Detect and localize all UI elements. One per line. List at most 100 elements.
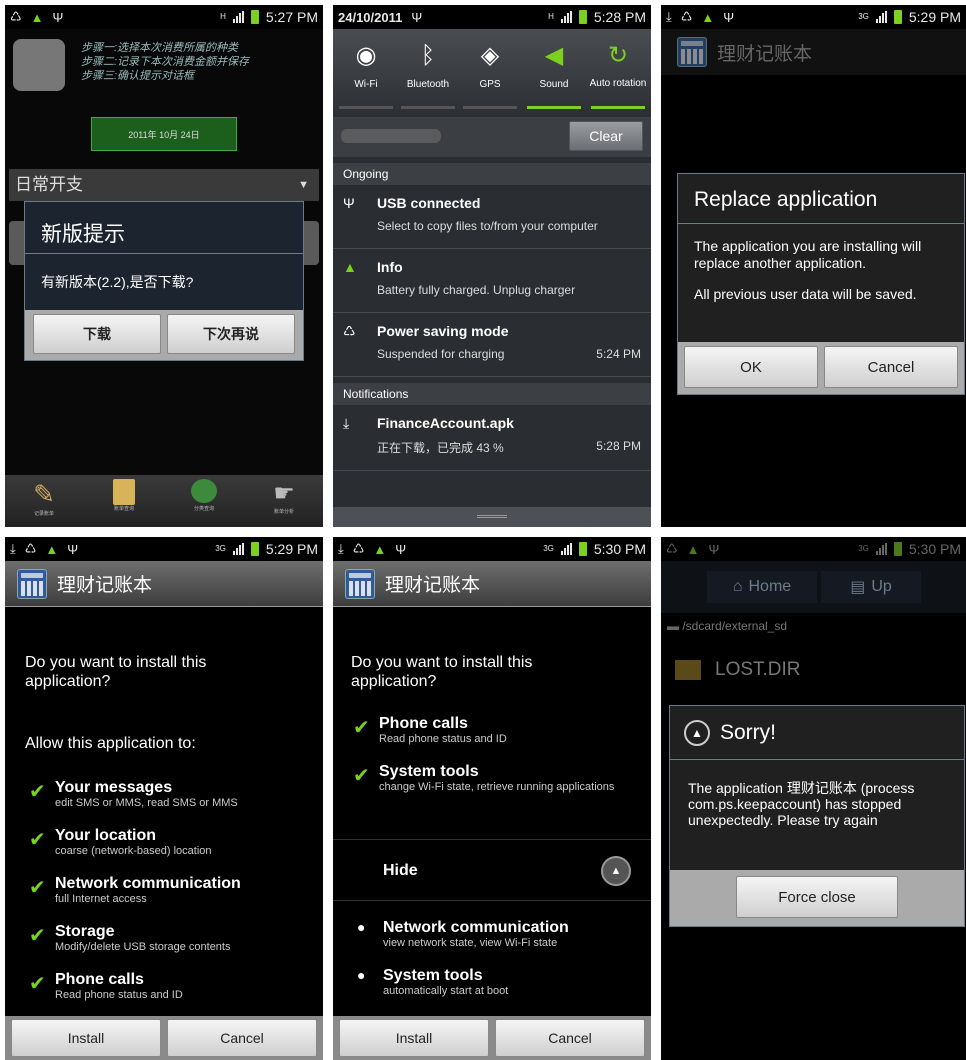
collapse-icon[interactable]: ▲ (601, 856, 631, 886)
folder-up-icon: ▤ (850, 579, 866, 596)
hide-label: Hide (383, 862, 418, 879)
toggle-auto-rotation[interactable]: ↻ Auto rotation (587, 33, 649, 113)
notif-download[interactable]: ⤓ FinanceAccount.apk 正在下载，已完成 43 % 5:28 PM (333, 405, 651, 471)
new-version-dialog: 新版提示 有新版本(2.2),是否下载? 下载 下次再说 (24, 201, 304, 361)
perm-system-tools-hidden: ● System tools automatically start at boot (357, 967, 509, 997)
dialog-message-2: All previous user data will be saved. (694, 286, 917, 302)
notifications-header: Notifications (333, 383, 651, 405)
date-button[interactable]: 2011年 10月 24日 (91, 117, 237, 151)
carrier-blurred (341, 129, 441, 143)
hide-row[interactable]: Hide ▲ (333, 839, 651, 901)
allow-heading: Allow this application to: (25, 735, 196, 752)
drag-handle[interactable] (333, 507, 651, 527)
install-question: Do you want to install this application? (351, 654, 533, 690)
check-icon: ✔ (353, 765, 370, 787)
status-bar: ⤓ ♺ ▲ Ψ 3G 5:30 PM (333, 537, 651, 561)
install-button[interactable]: Install (339, 1019, 489, 1057)
toggle-wifi[interactable]: ◉ Wi-Fi (335, 33, 397, 113)
status-bar: ⤓ ♺ ▲ Ψ 3G 5:29 PM (661, 5, 966, 29)
check-icon: ✔ (29, 781, 46, 803)
notif-usb[interactable]: Ψ USB connected Select to copy files to/fr… (333, 185, 651, 249)
folder-row[interactable]: LOST.DIR (675, 659, 801, 681)
tab-query[interactable]: 账单查询 (99, 479, 149, 512)
category-select[interactable]: 日常开支 ▼ (9, 169, 319, 201)
perm-storage: ✔ Storage Modify/delete USB storage conten… (29, 923, 231, 953)
perm-location: ✔ Your location coarse (network-based) loc… (29, 827, 212, 857)
dialog-title: 新版提示 (25, 202, 303, 254)
dialog-title: Replace application (678, 174, 964, 224)
up-button[interactable]: ▤ Up (821, 571, 921, 603)
speaker-icon: ◀ (544, 42, 564, 69)
cancel-button[interactable]: Cancel (495, 1019, 645, 1057)
tab-analysis[interactable]: ☛ 账单分析 (259, 479, 309, 515)
tab-category[interactable]: 分类查询 (179, 479, 229, 512)
panel-notifications: 24/10/2011 Ψ H 5:28 PM ◉ Wi-Fi ᛒ Bluetooth ◈ G… (333, 5, 651, 527)
chevron-down-icon: ▼ (298, 179, 309, 191)
usb-icon: Ψ (343, 195, 355, 211)
ongoing-header: Ongoing (333, 163, 651, 185)
panel-new-version: ♺ ▲ Ψ H 5:27 PM 步骤一:选择本次消费所属的种类 步骤二:记录下本次消费金额… (5, 5, 323, 527)
path-bar: ▬ /sdcard/external_sd (667, 619, 788, 633)
app-header: 理财记账本 (333, 561, 651, 607)
clear-button[interactable]: Clear (569, 121, 643, 151)
bullet-icon: ● (357, 967, 366, 983)
perm-messages: ✔ Your messages edit SMS or MMS, read SMS … (29, 779, 238, 809)
hand-icon: ☛ (273, 480, 295, 507)
panel-replace-app: ⤓ ♺ ▲ Ψ 3G 5:29 PM 理财记账本 Replace application … (661, 5, 966, 527)
panel-install-hidden: ⤓ ♺ ▲ Ψ 3G 5:30 PM 理财记账本 Do you want to insta… (333, 537, 651, 1060)
dialog-title-row: ▲ Sorry! (670, 706, 964, 760)
cancel-button[interactable]: Cancel (167, 1019, 317, 1057)
warning-icon: ▲ (684, 719, 710, 746)
notif-power-saving[interactable]: ♺ Power saving mode Suspended for charging… (333, 313, 651, 377)
recycle-icon: ♺ (343, 323, 356, 339)
folder-icon (675, 660, 701, 680)
app-header: 理财记账本 (661, 29, 966, 75)
chat-icon (191, 479, 217, 503)
panel-force-close: ♺ ▲ Ψ 3G 5:30 PM ⌂ Home ▤ Up ▬ /sdcard/externa… (661, 537, 966, 1060)
perm-network-hidden: ● Network communication view network state… (357, 919, 569, 949)
pencil-icon: ✎ (33, 479, 55, 509)
perm-phone: ✔ Phone calls Read phone status and ID (29, 971, 183, 1001)
status-bar: ♺ ▲ Ψ H 5:27 PM (5, 5, 323, 29)
toggle-bluetooth[interactable]: ᛒ Bluetooth (397, 33, 459, 113)
force-close-button[interactable]: Force close (736, 876, 898, 918)
download-button[interactable]: 下载 (33, 314, 161, 354)
perm-phone: ✔ Phone calls Read phone status and ID (353, 715, 507, 745)
steps: 步骤一:选择本次消费所属的种类 步骤二:记录下本次消费金额并保存 步骤三:确认提示对… (81, 42, 250, 82)
gps-icon: ◈ (480, 42, 500, 69)
calculator-icon (345, 568, 375, 599)
sorry-dialog: ▲ Sorry! The application 理财记账本 (process c… (669, 705, 965, 927)
folder-icon: ▬ (667, 619, 683, 633)
cancel-button[interactable]: Cancel (824, 346, 958, 388)
download-icon: ⤓ (343, 415, 350, 431)
app-header: 理财记账本 (5, 561, 323, 607)
replace-dialog: Replace application The application you … (677, 173, 965, 395)
check-icon: ✔ (29, 973, 46, 995)
bullet-icon: ● (357, 919, 366, 935)
clipboard-icon (113, 479, 135, 505)
status-bar: ♺ ▲ Ψ 3G 5:30 PM (661, 537, 966, 561)
toggle-sound[interactable]: ◀ Sound (523, 33, 585, 113)
dialog-message: 有新版本(2.2),是否下载? (41, 274, 194, 290)
home-icon: ⌂ (732, 578, 743, 595)
install-button[interactable]: Install (11, 1019, 161, 1057)
calculator-icon (17, 568, 47, 599)
wifi-icon: ◉ (355, 42, 377, 69)
later-button[interactable]: 下次再说 (167, 314, 295, 354)
ok-button[interactable]: OK (684, 346, 818, 388)
tab-record[interactable]: ✎ 记录账单 (19, 479, 69, 517)
panel-install-permissions: ⤓ ♺ ▲ Ψ 3G 5:29 PM 理财记账本 Do you want to insta… (5, 537, 323, 1060)
check-icon: ✔ (353, 717, 370, 739)
check-icon: ✔ (29, 925, 46, 947)
check-icon: ✔ (29, 877, 46, 899)
android-icon: ▲ (343, 259, 357, 275)
perm-system-tools: ✔ System tools change Wi-Fi state, retriev… (353, 763, 615, 793)
rotate-icon: ↻ (607, 42, 629, 69)
install-question: Do you want to install this application? (25, 654, 207, 690)
bluetooth-icon: ᛒ (420, 42, 436, 69)
perm-network: ✔ Network communication full Internet acce… (29, 875, 241, 905)
home-button[interactable]: ⌂ Home (707, 571, 817, 603)
toggle-gps[interactable]: ◈ GPS (459, 33, 521, 113)
notif-info[interactable]: ▲ Info Battery fully charged. Unplug charg… (333, 249, 651, 313)
bottom-tabbar: ✎ 记录账单 账单查询 分类查询 ☛ 账单分析 (5, 475, 323, 527)
